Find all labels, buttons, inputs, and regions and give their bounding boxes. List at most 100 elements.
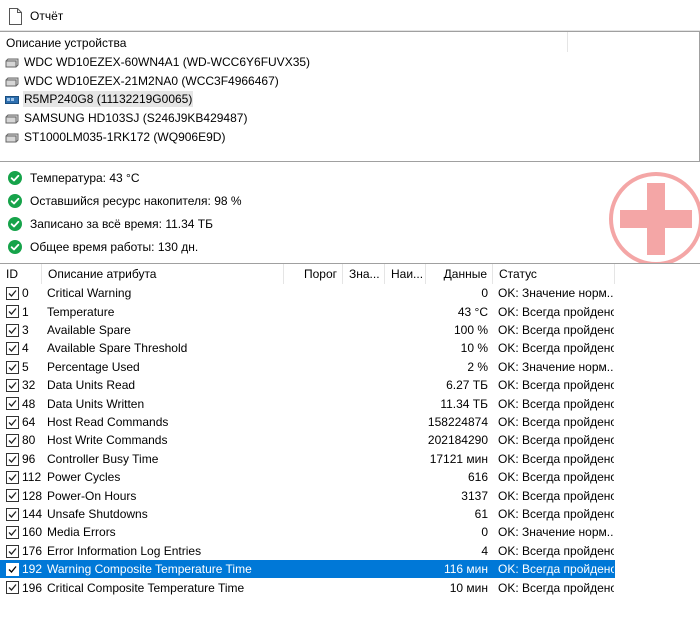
- table-row[interactable]: 64 Host Read Commands 158224874 OK: Всегда …: [0, 413, 615, 431]
- attribute-checkbox[interactable]: [6, 379, 19, 392]
- attribute-status: OK: Значение норм...: [498, 525, 614, 540]
- column-header-id[interactable]: ID: [0, 264, 42, 284]
- attribute-checkbox[interactable]: [6, 489, 19, 503]
- table-row[interactable]: 4 Available Spare Threshold 10 % OK: Всегда…: [0, 339, 615, 357]
- device-item[interactable]: SAMSUNG HD103SJ (S246J9KB429487): [0, 109, 560, 128]
- status-line-text: Общее время работы: 130 дн.: [30, 240, 199, 254]
- attribute-data: 0: [481, 286, 488, 301]
- table-row[interactable]: 3 Available Spare 100 % OK: Всегда пройдено: [0, 321, 615, 339]
- attribute-name: Media Errors: [47, 525, 116, 540]
- attribute-name: Available Spare Threshold: [47, 341, 188, 356]
- hdd-icon: [5, 76, 19, 87]
- attribute-data: 17121 мин: [429, 451, 488, 466]
- attribute-checkbox[interactable]: [6, 415, 19, 429]
- column-header-data[interactable]: Данные: [426, 264, 493, 284]
- table-row[interactable]: 160 Media Errors 0 OK: Значение норм...: [0, 523, 615, 541]
- attribute-checkbox[interactable]: [6, 581, 19, 595]
- attribute-id: 96: [22, 451, 36, 466]
- status-line: Записано за всё время: 11.34 ТБ: [8, 215, 213, 233]
- attribute-name: Unsafe Shutdowns: [47, 506, 148, 521]
- device-item[interactable]: ST1000LM035-1RK172 (WQ906E9D): [0, 127, 560, 146]
- hdd-icon: [5, 57, 19, 68]
- attribute-checkbox[interactable]: [6, 434, 19, 448]
- attribute-checkbox[interactable]: [6, 287, 19, 300]
- attribute-data: 4: [481, 543, 488, 558]
- report-button-label: Отчёт: [30, 9, 64, 23]
- attribute-status: OK: Значение норм...: [498, 286, 614, 301]
- table-row[interactable]: 192 Warning Composite Temperature Time 116…: [0, 560, 615, 579]
- table-row[interactable]: 176 Error Information Log Entries 4 OK: Все…: [0, 542, 615, 560]
- attribute-name: Host Read Commands: [47, 414, 169, 429]
- attribute-status: OK: Значение норм...: [498, 359, 614, 374]
- table-row[interactable]: 112 Power Cycles 616 OK: Всегда пройдено: [0, 468, 615, 486]
- device-item[interactable]: WDC WD10EZEX-60WN4A1 (WD-WCC6Y6FUVX35): [0, 53, 560, 72]
- attribute-id: 160: [22, 525, 43, 540]
- device-list-header[interactable]: Описание устройства: [0, 32, 568, 52]
- attribute-name: Power-On Hours: [47, 488, 137, 503]
- column-header-status[interactable]: Статус: [493, 264, 615, 284]
- attribute-id: 1: [22, 304, 29, 319]
- attribute-checkbox[interactable]: [6, 563, 19, 576]
- attribute-checkbox[interactable]: [6, 342, 19, 356]
- attribute-checkbox[interactable]: [6, 360, 19, 374]
- attribute-name: Error Information Log Entries: [47, 543, 202, 558]
- table-row[interactable]: 80 Host Write Commands 202184290 OK: Всегда…: [0, 431, 615, 449]
- attribute-id: 4: [22, 341, 29, 356]
- attribute-checkbox[interactable]: [6, 544, 19, 558]
- attribute-checkbox[interactable]: [6, 452, 19, 466]
- attribute-id: 80: [22, 433, 36, 448]
- attribute-name: Power Cycles: [47, 470, 121, 485]
- ok-check-icon: [8, 240, 22, 254]
- attribute-id: 3: [22, 322, 29, 337]
- attribute-checkbox[interactable]: [6, 471, 19, 484]
- toolbar: Отчёт: [0, 0, 700, 31]
- table-row[interactable]: 196 Critical Composite Temperature Time 10…: [0, 578, 615, 596]
- table-row[interactable]: 0 Critical Warning 0 OK: Значение норм...: [0, 284, 615, 302]
- attribute-id: 5: [22, 359, 29, 374]
- attribute-data: 0: [481, 525, 488, 540]
- attribute-data: 202184290: [427, 433, 488, 448]
- device-item[interactable]: WDC WD10EZEX-21M2NA0 (WCC3F4966467): [0, 72, 560, 91]
- attribute-data: 10 мин: [449, 580, 488, 595]
- column-header-threshold[interactable]: Порог: [284, 264, 343, 284]
- attribute-checkbox[interactable]: [6, 526, 19, 540]
- attribute-name: Host Write Commands: [47, 433, 168, 448]
- table-row[interactable]: 1 Temperature 43 °C OK: Всегда пройдено: [0, 302, 615, 320]
- attribute-name: Data Units Read: [47, 378, 136, 393]
- ok-check-icon: [8, 194, 22, 208]
- column-header-worst[interactable]: Наи...: [385, 264, 426, 284]
- table-row[interactable]: 128 Power-On Hours 3137 OK: Всегда пройдено: [0, 486, 615, 504]
- attribute-status: OK: Всегда пройдено: [498, 506, 614, 521]
- device-item-label: SAMSUNG HD103SJ (S246J9KB429487): [24, 111, 248, 126]
- attribute-checkbox[interactable]: [6, 507, 19, 521]
- table-row[interactable]: 96 Controller Busy Time 17121 мин OK: Всегд…: [0, 450, 615, 468]
- smart-attributes-table: ID Описание атрибута Порог Зна... Наи...…: [0, 263, 700, 623]
- document-icon: [8, 7, 23, 25]
- report-button[interactable]: Отчёт: [4, 5, 67, 27]
- attribute-data: 10 %: [460, 341, 488, 356]
- device-item[interactable]: R5MP240G8 (11132219G0065): [0, 90, 560, 109]
- attribute-status: OK: Всегда пройдено: [498, 341, 614, 356]
- attribute-checkbox[interactable]: [6, 397, 19, 411]
- column-header-description[interactable]: Описание атрибута: [42, 264, 284, 284]
- table-row[interactable]: 32 Data Units Read 6.27 ТБ OK: Всегда пройд…: [0, 376, 615, 394]
- attribute-checkbox[interactable]: [6, 323, 19, 337]
- attribute-name: Available Spare: [47, 322, 131, 337]
- attribute-data: 3137: [461, 488, 488, 503]
- attribute-id: 64: [22, 414, 36, 429]
- hdd-icon: [5, 132, 19, 143]
- attribute-name: Warning Composite Temperature Time: [47, 562, 252, 577]
- attribute-data: 61: [474, 506, 488, 521]
- table-row[interactable]: 5 Percentage Used 2 % OK: Значение норм...: [0, 358, 615, 376]
- attribute-name: Temperature: [47, 304, 115, 319]
- column-header-value[interactable]: Зна...: [343, 264, 385, 284]
- attribute-data: 616: [467, 470, 488, 485]
- attribute-data: 100 %: [453, 322, 488, 337]
- attribute-data: 6.27 ТБ: [446, 378, 488, 393]
- table-row[interactable]: 48 Data Units Written 11.34 ТБ OK: Всегда п…: [0, 394, 615, 412]
- attribute-id: 176: [22, 543, 43, 558]
- attribute-data: 2 %: [467, 359, 488, 374]
- table-row[interactable]: 144 Unsafe Shutdowns 61 OK: Всегда пройдено: [0, 505, 615, 523]
- device-list: WDC WD10EZEX-60WN4A1 (WD-WCC6Y6FUVX35) WD…: [0, 53, 560, 146]
- attribute-checkbox[interactable]: [6, 305, 19, 319]
